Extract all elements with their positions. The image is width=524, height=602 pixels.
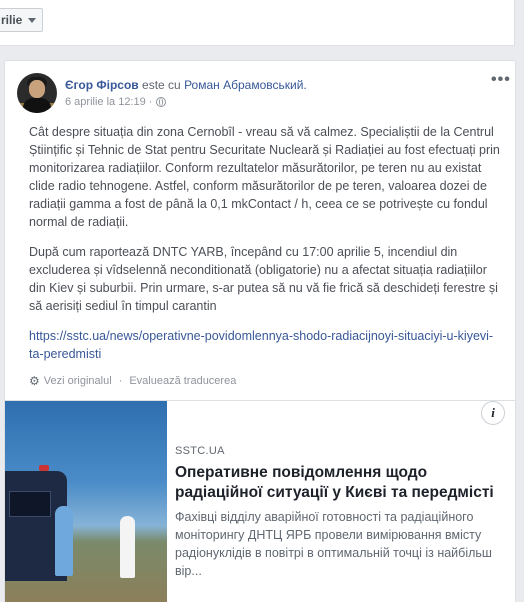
post-header: Єгор Фірсов este cu Роман Абрамовський.: [65, 77, 307, 93]
post-text: Cât despre situația din zona Cernobîl - …: [29, 123, 504, 375]
post-paragraph-1: Cât despre situația din zona Cernobîl - …: [29, 125, 500, 229]
post-timestamp-link[interactable]: 6 aprilie la 12:19 ·: [65, 96, 152, 108]
globe-icon[interactable]: [156, 97, 167, 107]
translation-row: ⚙ Vezi originalul · Evaluează traducerea: [29, 374, 236, 388]
filter-label: rilie: [1, 13, 23, 27]
preview-description: Фахівці відділу аварійної готовності та …: [175, 510, 492, 578]
post-paragraph-2: După cum raportează DNTC YARB, începând …: [29, 245, 498, 313]
preview-title[interactable]: Оперативне повідомлення щодо радіаційної…: [175, 463, 505, 503]
post-meta: 6 aprilie la 12:19 ·: [65, 96, 167, 108]
chevron-down-icon: [28, 17, 37, 23]
rate-translation-link[interactable]: Evaluează traducerea: [129, 375, 236, 387]
preview-image[interactable]: [5, 401, 167, 602]
tagged-person-link[interactable]: Роман Абрамовський.: [184, 78, 307, 92]
author-avatar[interactable]: [17, 73, 57, 113]
separator: ·: [118, 375, 123, 387]
see-original-link[interactable]: Vezi originalul: [44, 375, 112, 387]
filter-card: rilie: [0, 0, 515, 46]
filter-dropdown[interactable]: rilie: [0, 8, 44, 32]
with-text: este cu: [142, 78, 181, 92]
preview-text: SSTC.UA Оперативне повідомлення щодо рад…: [175, 445, 505, 580]
more-options-icon[interactable]: •••: [491, 71, 511, 89]
link-preview[interactable]: i SSTC.UA Оперативне повідомлення щодо р…: [5, 400, 515, 602]
gear-icon[interactable]: ⚙: [29, 374, 40, 388]
preview-domain: SSTC.UA: [175, 445, 225, 457]
page-scroll-gutter: [515, 0, 524, 580]
post-card: Єгор Фірсов este cu Роман Абрамовський. …: [4, 60, 516, 602]
info-icon[interactable]: i: [481, 401, 505, 425]
author-name-link[interactable]: Єгор Фірсов: [65, 78, 139, 92]
post-url-link[interactable]: https://sstc.ua/news/operativne-povidoml…: [29, 327, 504, 363]
